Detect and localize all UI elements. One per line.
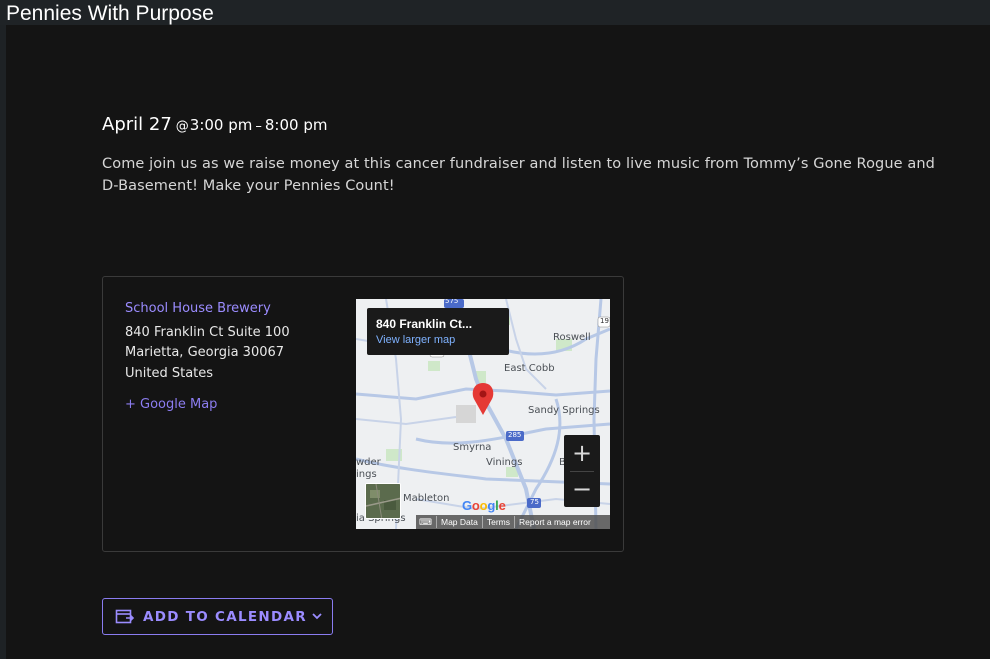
event-end-time: 8:00 pm [264, 116, 328, 134]
chevron-down-icon [312, 613, 322, 620]
venue-country: United States [125, 366, 214, 381]
title-bar: Pennies With Purpose [0, 0, 990, 25]
venue-box: School House Brewery 840 Franklin Ct Sui… [102, 276, 624, 552]
page-title: Pennies With Purpose [6, 2, 214, 25]
map-data-link[interactable]: Map Data [436, 516, 482, 528]
map-zoom-control: + − [564, 435, 600, 507]
map-terms-link[interactable]: Terms [481, 516, 514, 528]
event-date: April 27 [102, 114, 172, 135]
venue-name-link[interactable]: School House Brewery [125, 301, 271, 316]
map-shield-575: 575 [445, 299, 459, 305]
satellite-thumbnail-icon [366, 484, 400, 518]
add-to-calendar-button[interactable]: ADD TO CALENDAR [102, 598, 333, 635]
google-map-link[interactable]: + Google Map [125, 397, 217, 412]
satellite-toggle-button[interactable] [365, 483, 401, 519]
event-description: Come join us as we raise money at this c… [102, 156, 935, 194]
map-label-vinings: Vinings [486, 457, 523, 468]
map-label-east-cobb: East Cobb [504, 363, 555, 374]
embedded-map[interactable]: 575 41 285 75 19 Roswell East Cobb Sandy… [356, 299, 610, 529]
report-map-error-link[interactable]: Report a map error [514, 516, 595, 528]
map-shield-19: 19 [600, 317, 609, 325]
at-symbol: @ [175, 119, 189, 134]
map-info-title: 840 Franklin Ct... [376, 317, 473, 331]
map-shield-75: 75 [530, 498, 539, 506]
venue-address-line1: 840 Franklin Ct Suite 100 [125, 325, 290, 340]
time-separator: – [255, 119, 262, 134]
add-to-calendar-label: ADD TO CALENDAR [143, 609, 307, 625]
left-edge [0, 25, 6, 659]
map-label-powder: wder [356, 457, 381, 468]
map-info-window: 840 Franklin Ct... View larger map [367, 308, 509, 355]
map-label-springs2: ings [356, 469, 377, 480]
view-larger-map-link[interactable]: View larger map [376, 334, 455, 346]
zoom-out-button[interactable]: − [564, 471, 600, 507]
event-datetime: April 27 @3:00 pm –8:00 pm [102, 114, 327, 135]
venue-address-line2: Marietta, Georgia 30067 [125, 345, 285, 360]
calendar-export-icon [115, 609, 135, 624]
google-logo: Google [462, 498, 506, 513]
map-label-smyrna: Smyrna [453, 442, 492, 453]
zoom-in-button[interactable]: + [564, 435, 600, 471]
map-label-roswell: Roswell [553, 332, 591, 343]
map-attribution-bar: ⌨ Map Data Terms Report a map error [416, 515, 610, 529]
map-label-sandy-springs: Sandy Springs [528, 405, 600, 416]
map-shield-285: 285 [508, 431, 522, 439]
event-start-time: 3:00 pm [189, 116, 253, 134]
keyboard-shortcuts-icon[interactable]: ⌨ [416, 516, 436, 528]
map-label-mableton: Mableton [403, 493, 450, 504]
